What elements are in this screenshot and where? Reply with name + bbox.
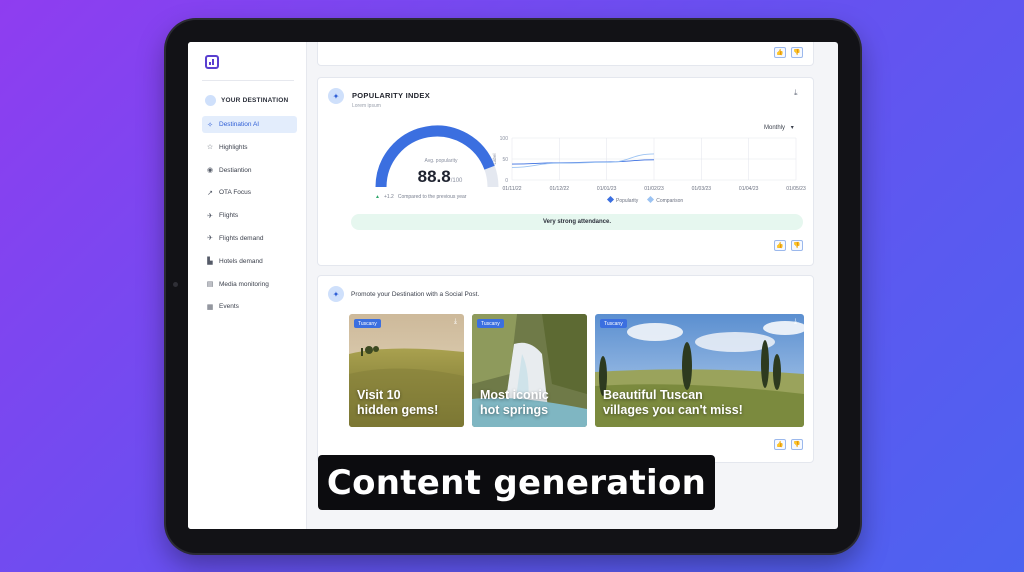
popularity-subtitle: Lorem ipsum <box>352 103 381 109</box>
legend-label: Popularity <box>616 198 639 204</box>
camera-dot <box>173 282 178 287</box>
sparkle-icon: ✦ <box>328 88 344 104</box>
download-icon[interactable]: ⤓ <box>794 88 798 98</box>
thumbs-up-icon[interactable]: 👍 <box>774 439 786 450</box>
hotel-icon: ▙ <box>207 258 213 266</box>
period-select-value: Monthly <box>764 125 786 131</box>
sidebar: YOUR DESTINATION ✧ Destination AI ☆ Highlig… <box>188 42 307 529</box>
trend-up-icon: ▲ <box>375 194 380 200</box>
sidebar-item-label: Flights <box>219 212 239 220</box>
legend-label: Comparison <box>656 198 684 204</box>
promo-text: Promote your Destination with a Social P… <box>351 291 480 298</box>
sidebar-item-label: Flights demand <box>219 234 264 242</box>
target-icon: ◉ <box>206 167 214 175</box>
series-line-popularity <box>511 159 655 165</box>
thumbs-down-icon[interactable]: 👎 <box>791 439 803 450</box>
attendance-banner: Very strong attendance. <box>351 214 803 230</box>
y-tick-label: 0 <box>505 178 508 184</box>
app-logo-icon[interactable] <box>205 55 219 69</box>
feedback-buttons: 👍 👎 <box>774 47 803 58</box>
sidebar-item-label: Highlights <box>219 143 248 151</box>
x-tick-label: 01/03/23 <box>692 186 712 192</box>
sidebar-item-label: Events <box>219 303 239 311</box>
star-icon: ☆ <box>206 144 214 152</box>
post-tag: Tuscany <box>477 319 504 328</box>
post-headline: Visit 10 hidden gems! <box>357 388 439 417</box>
sidebar-item-destination-ai[interactable]: ✧ Destination AI <box>202 116 297 133</box>
sidebar-item-ota-focus[interactable]: ↗ OTA Focus <box>202 184 297 201</box>
sidebar-item-events[interactable]: ▦ Events <box>202 298 297 315</box>
compare-row: ▲ +1.2 Compared to the previous year <box>375 194 466 200</box>
sidebar-item-label: Media monitoring <box>219 280 269 288</box>
sidebar-nav: ✧ Destination AI ☆ Highlights ◉ Destiantion ↗ O… <box>202 116 297 321</box>
compare-text: Compared to the previous year <box>397 194 467 200</box>
social-post-1[interactable]: Tuscany ⤓ Visit 10 hidden gems! <box>349 314 464 427</box>
social-post-2[interactable]: Tuscany Most iconic hot springs <box>472 314 587 427</box>
x-tick-label: 01/11/22 <box>502 186 521 192</box>
plane-icon: ✈ <box>207 212 213 220</box>
sidebar-item-hotels-demand[interactable]: ▙ Hotels demand <box>202 253 297 270</box>
x-tick-label: 01/01/23 <box>597 186 617 192</box>
destination-avatar <box>205 95 216 106</box>
download-icon[interactable]: ⤓ <box>454 318 457 326</box>
legend-item-comparison: Comparison <box>647 195 684 204</box>
popularity-title: POPULARITY INDEX <box>352 91 431 100</box>
sidebar-item-highlights[interactable]: ☆ Highlights <box>202 139 297 156</box>
post-headline: Most iconic hot springs <box>480 388 549 417</box>
sidebar-item-media-monitoring[interactable]: ▤ Media monitoring <box>202 276 297 293</box>
y-tick-label: 100 <box>500 136 509 142</box>
chevron-down-icon: ▾ <box>790 125 794 131</box>
social-post-card: ✦ Promote your Destination with a Social… <box>317 275 814 463</box>
period-select[interactable]: Monthly ▾ <box>764 124 794 131</box>
popularity-chart: 100 50 0 Label 01/11/22 01/12/22 01/01/23 01/02… <box>492 136 806 192</box>
popularity-card: ✦ POPULARITY INDEX Lorem ipsum ⤓ Avg. po… <box>317 77 814 266</box>
gauge-value: 88.8/100 <box>404 167 476 187</box>
post-headline: Beautiful Tuscan villages you can't miss… <box>603 388 743 417</box>
sidebar-item-flights[interactable]: ✈ Flights <box>202 207 297 224</box>
destination-header: YOUR DESTINATION <box>205 95 288 106</box>
popularity-suffix: /100 <box>450 178 463 184</box>
sidebar-item-label: Hotels demand <box>219 257 263 265</box>
trend-icon: ↗ <box>207 189 213 197</box>
popularity-value: 88.8 <box>417 167 451 186</box>
sidebar-item-label: Destiantion <box>219 166 252 174</box>
download-icon[interactable]: ⤓ <box>794 318 797 326</box>
sparkle-icon: ✧ <box>207 121 213 129</box>
previous-card: 👍 👎 <box>317 42 814 66</box>
feedback-buttons: 👍 👎 <box>774 240 803 251</box>
video-caption: Content generation <box>318 455 715 510</box>
y-axis-label: Label <box>492 153 497 164</box>
compare-delta: +1.2 <box>383 194 394 200</box>
legend-marker <box>606 195 615 204</box>
sidebar-item-destiantion[interactable]: ◉ Destiantion <box>202 162 297 179</box>
sidebar-item-label: OTA Focus <box>219 189 252 197</box>
sidebar-item-label: Destination AI <box>219 121 260 128</box>
x-tick-label: 01/12/22 <box>550 186 570 192</box>
post-tag: Tuscany <box>354 319 381 328</box>
thumbs-up-icon[interactable]: 👍 <box>774 240 786 251</box>
sidebar-divider <box>202 80 294 81</box>
x-tick-label: 01/04/23 <box>739 186 759 192</box>
sidebar-item-flights-demand[interactable]: ✈ Flights demand <box>202 230 297 247</box>
gauge-caption: Avg. popularity <box>424 158 458 164</box>
y-tick-label: 50 <box>502 157 508 163</box>
thumbs-down-icon[interactable]: 👎 <box>791 47 803 58</box>
post-tag: Tuscany <box>600 319 627 328</box>
plane-demand-icon: ✈ <box>207 235 213 243</box>
chart-legend: Popularity Comparison <box>606 195 684 204</box>
thumbs-up-icon[interactable]: 👍 <box>774 47 786 58</box>
feedback-buttons: 👍 👎 <box>774 439 803 450</box>
calendar-icon: ▦ <box>206 303 214 311</box>
newspaper-icon: ▤ <box>206 281 214 289</box>
sparkle-icon: ✦ <box>328 286 344 302</box>
x-tick-label: 01/02/23 <box>644 186 664 192</box>
thumbs-down-icon[interactable]: 👎 <box>791 240 803 251</box>
legend-marker <box>647 195 655 204</box>
legend-item-popularity: Popularity <box>606 195 639 204</box>
social-post-3[interactable]: Tuscany ⤓ Beautiful Tuscan villages you … <box>595 314 804 427</box>
x-tick-label: 01/05/23 <box>786 186 806 192</box>
destination-title: YOUR DESTINATION <box>221 97 289 104</box>
